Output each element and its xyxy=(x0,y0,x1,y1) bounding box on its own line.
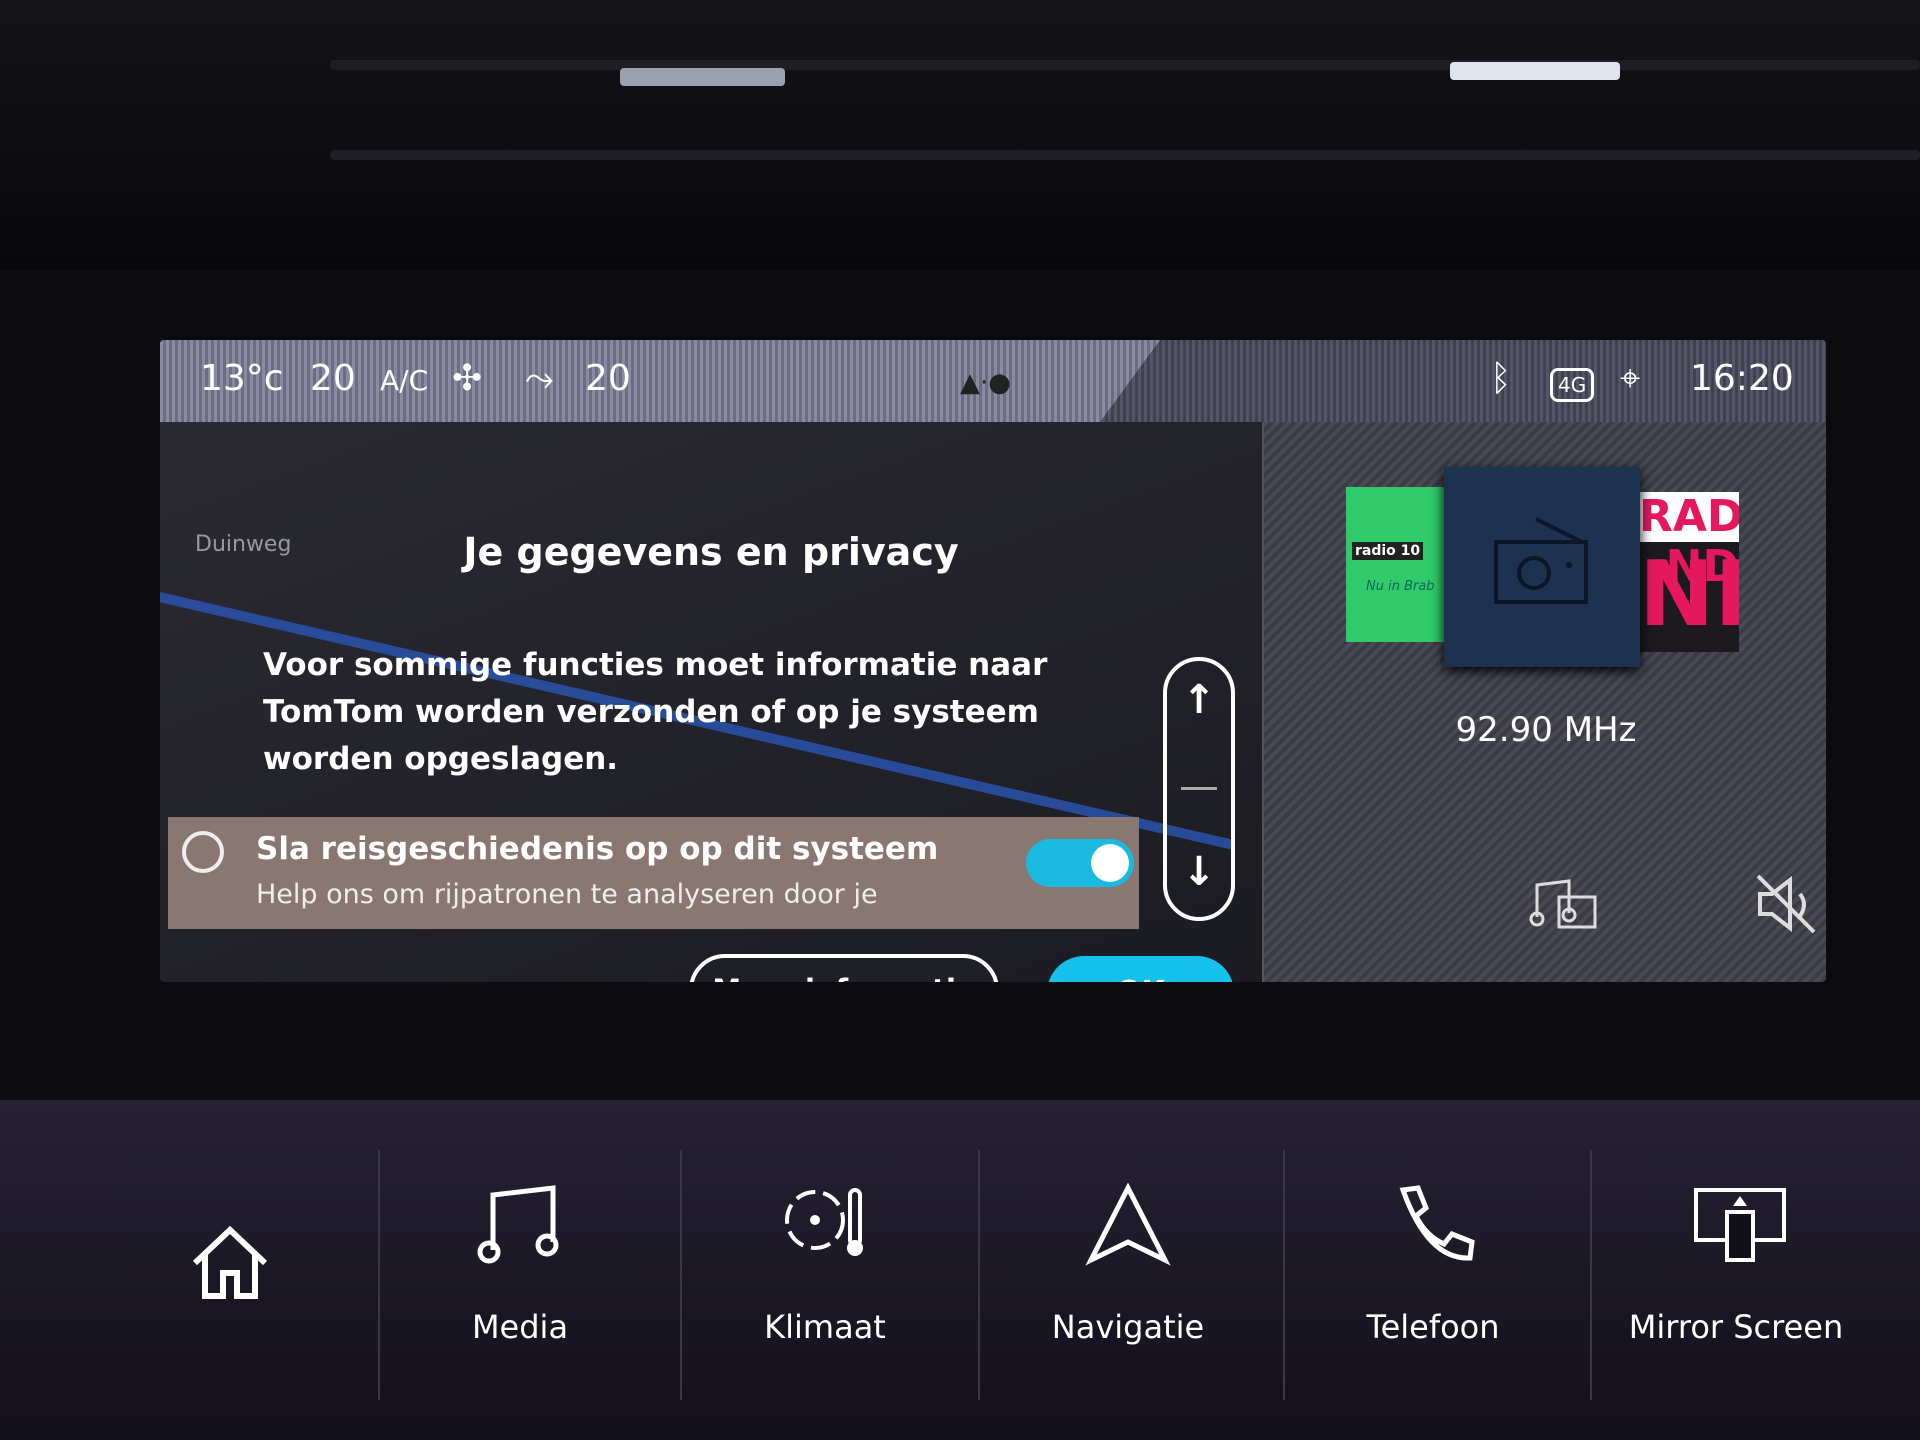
fan-thermometer-icon xyxy=(785,1188,863,1256)
left-temperature[interactable]: 20 xyxy=(310,358,356,399)
station-logo: RADIO ND xyxy=(1639,492,1739,592)
clock: 16:20 xyxy=(1690,358,1794,399)
nav-home[interactable] xyxy=(80,1100,380,1440)
nav-navigatie[interactable]: Navigatie xyxy=(978,1100,1278,1440)
history-icon xyxy=(182,831,224,873)
scroll-down-button[interactable]: ↓ xyxy=(1167,849,1231,895)
right-temperature[interactable]: 20 xyxy=(585,358,631,399)
radio-widget: radio 10 Nu in Brab RADIO ND ND 92.90 MH… xyxy=(1262,422,1826,982)
mute-icon[interactable] xyxy=(1754,872,1819,937)
home-location-icon: ▲·● xyxy=(960,368,1011,398)
station-logo: radio 10 xyxy=(1352,542,1424,560)
dialog-title: Je gegevens en privacy xyxy=(463,530,959,574)
privacy-dialog: Duinweg Je gegevens en privacy Voor somm… xyxy=(160,422,1262,982)
outside-temperature: 13°c xyxy=(200,358,284,399)
dialog-body: Voor sommige functies moet informatie na… xyxy=(263,647,1048,777)
air-vent xyxy=(0,0,1920,270)
nav-media[interactable]: Media xyxy=(370,1100,670,1440)
network-icon: 4G xyxy=(1550,368,1595,402)
radio-frequency: 92.90 MHz xyxy=(1455,710,1637,750)
nav-telefoon[interactable]: Telefoon xyxy=(1283,1100,1583,1440)
station-current[interactable] xyxy=(1444,467,1640,667)
music-source-icon[interactable] xyxy=(1529,877,1599,932)
home-icon xyxy=(192,1225,268,1299)
nav-mirror-screen[interactable]: Mirror Screen xyxy=(1586,1100,1886,1440)
location-sharing-icon: ⌖ xyxy=(1620,358,1641,399)
mirror-screen-icon xyxy=(1694,1188,1786,1262)
scroll-control: ↑ ↓ xyxy=(1163,657,1235,921)
ok-button[interactable]: OK xyxy=(1047,956,1234,982)
nav-klimaat[interactable]: Klimaat xyxy=(675,1100,975,1440)
ac-button[interactable]: A/C xyxy=(380,364,428,397)
setting-subtitle: Help ons om rijpatronen te analyseren do… xyxy=(256,879,878,910)
seat-airflow-icon[interactable]: ⤳ xyxy=(525,358,554,400)
music-note-icon xyxy=(477,1185,559,1264)
infotainment-screen: 13°c 20 A/C ✣ ⤳ 20 ▲·● ᛒ 4G ⌖ 16:20 Duin… xyxy=(160,340,1826,982)
bluetooth-icon: ᛒ xyxy=(1490,358,1512,399)
fan-icon[interactable]: ✣ xyxy=(452,358,482,399)
travel-history-setting[interactable]: Sla reisgeschiedenis op op dit systeem H… xyxy=(168,817,1139,929)
setting-title: Sla reisgeschiedenis op op dit systeem xyxy=(256,831,939,867)
station-tagline: Nu in Brab xyxy=(1366,579,1435,594)
phone-icon xyxy=(1399,1185,1475,1261)
station-radio10[interactable]: radio 10 Nu in Brab xyxy=(1346,487,1446,642)
status-bar: 13°c 20 A/C ✣ ⤳ 20 ▲·● ᛒ 4G ⌖ 16:20 xyxy=(160,340,1826,422)
more-info-button[interactable]: Meer informatie xyxy=(689,954,999,982)
bottom-nav-bar: Media Klimaat Navigatie Telefoon Mirror … xyxy=(0,1100,1920,1440)
scroll-up-button[interactable]: ↑ xyxy=(1167,677,1231,723)
radio-icon xyxy=(1494,517,1588,604)
station-radio-nd[interactable]: RADIO ND ND xyxy=(1639,492,1739,652)
navigation-arrow-icon xyxy=(1085,1182,1171,1266)
travel-history-toggle[interactable] xyxy=(1026,839,1134,887)
